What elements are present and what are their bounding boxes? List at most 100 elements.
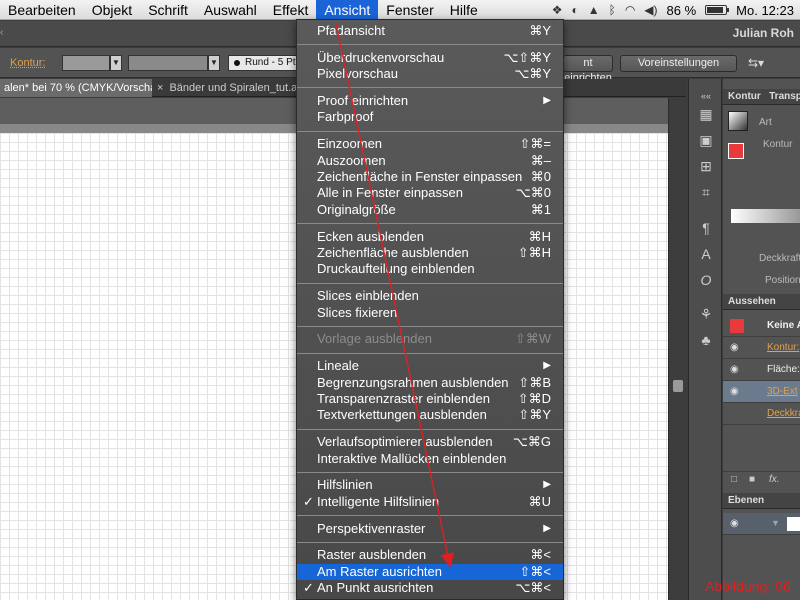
paragraph-icon[interactable]: ¶ xyxy=(697,219,715,237)
panel-tab-ebenen[interactable]: Ebenen xyxy=(723,493,800,509)
eye-icon[interactable]: ◉ xyxy=(730,518,739,529)
stroke-swatch[interactable] xyxy=(62,55,110,71)
appearance-row-3d[interactable]: ◉ 3D-Ext xyxy=(723,381,800,403)
menu-item-einzoomen[interactable]: Einzoomen ⇧⌘= xyxy=(297,136,563,152)
menu-item-zeichenfläche-in-fenster-einpassen[interactable]: Zeichenfläche in Fenster einpassen ⌘0 xyxy=(297,169,563,185)
user-name[interactable]: Julian Roh xyxy=(733,26,794,40)
stroke-style-select[interactable]: Rund - 5 Pt. xyxy=(228,55,298,71)
eye-icon[interactable]: ◉ xyxy=(730,386,739,397)
appearance-row-deckkraft[interactable]: Deckkra xyxy=(723,403,800,425)
menu-item-pfadansicht[interactable]: Pfadansicht ⌘Y xyxy=(297,23,563,39)
menu-schrift[interactable]: Schrift xyxy=(140,0,196,20)
menu-item-pixelvorschau[interactable]: Pixelvorschau ⌥⌘Y xyxy=(297,66,563,82)
gradient-swatch[interactable] xyxy=(728,111,748,131)
menu-item-interaktive-mallücken-einblenden[interactable]: Interaktive Mallücken einblenden xyxy=(297,451,563,467)
clock[interactable]: Mo. 12:23 xyxy=(736,3,794,18)
menu-fenster[interactable]: Fenster xyxy=(378,0,441,20)
collapse-icon[interactable]: «« xyxy=(697,87,715,105)
deckkraft-label: Deckkraft xyxy=(759,253,800,264)
panel-tab-aussehen[interactable]: Aussehen xyxy=(723,294,800,310)
layer-row[interactable]: ◉ ▼ xyxy=(723,513,800,535)
new-fill-icon[interactable]: ■ xyxy=(749,474,755,485)
menu-item-überdruckenvorschau[interactable]: Überdruckenvorschau ⌥⇧⌘Y xyxy=(297,50,563,66)
menu-item-originalgröße[interactable]: Originalgröße ⌘1 xyxy=(297,202,563,218)
appearance-row-keine[interactable]: Keine A xyxy=(723,315,800,337)
stroke-weight-field[interactable] xyxy=(128,55,208,71)
flaeche-row-label[interactable]: Fläche: xyxy=(767,364,800,375)
menu-item-slices-fixieren[interactable]: Slices fixieren xyxy=(297,305,563,321)
menu-item-auszoomen[interactable]: Auszoomen ⌘– xyxy=(297,153,563,169)
menu-item-druckaufteilung-einblenden[interactable]: Druckaufteilung einblenden xyxy=(297,261,563,277)
wifi-icon[interactable]: ◠ xyxy=(625,3,635,17)
new-stroke-icon[interactable]: □ xyxy=(731,474,737,485)
appearance-row-flaeche[interactable]: ◉ Fläche: xyxy=(723,359,800,381)
deckkraft-row-label[interactable]: Deckkra xyxy=(767,408,800,419)
tab-active-document[interactable]: alen* bei 70 % (CMYK/Vorschau) xyxy=(0,79,152,97)
menu-item-raster-ausblenden[interactable]: Raster ausblenden ⌘< xyxy=(297,547,563,563)
menu-item-label: Hilfslinien xyxy=(317,477,373,493)
vertical-scrollbar[interactable] xyxy=(668,98,686,600)
stroke-dropdown-icon[interactable]: ▼ xyxy=(110,55,122,71)
3d-extrude-label[interactable]: 3D-Ext xyxy=(767,386,798,397)
close-icon[interactable]: × xyxy=(157,79,163,97)
menu-auswahl[interactable]: Auswahl xyxy=(196,0,265,20)
symbols-icon[interactable]: ♣ xyxy=(697,331,715,349)
menu-item-lineale[interactable]: Lineale ▶ xyxy=(297,358,563,374)
dropbox-icon[interactable]: ❖ xyxy=(552,3,563,17)
menu-item-perspektivenraster[interactable]: Perspektivenraster ▶ xyxy=(297,521,563,537)
opentype-icon[interactable]: O xyxy=(697,271,715,289)
menu-ansicht[interactable]: Ansicht xyxy=(316,0,379,20)
kontur-row-label[interactable]: Kontur: xyxy=(767,342,799,353)
menu-item-zeichenfläche-ausblenden[interactable]: Zeichenfläche ausblenden ⇧⌘H xyxy=(297,245,563,261)
arrange-icon[interactable]: ⇆▾ xyxy=(748,56,764,70)
fx-icon[interactable]: fx. xyxy=(769,474,780,485)
swatches-icon[interactable]: ▦ xyxy=(697,105,715,123)
menu-item-verlaufsoptimierer-ausblenden[interactable]: Verlaufsoptimierer ausblenden ⌥⌘G xyxy=(297,434,563,450)
gradient-slider[interactable] xyxy=(731,209,800,223)
tab-transparenz[interactable]: Transp xyxy=(769,91,800,102)
menu-item-hilfslinien[interactable]: Hilfslinien ▶ xyxy=(297,477,563,493)
menu-item-farbproof[interactable]: Farbproof xyxy=(297,109,563,125)
tab-baender-spiralen[interactable]: × Bänder und Spiralen_tut.ai bei xyxy=(153,79,303,97)
menu-item-an-punkt-ausrichten[interactable]: ✓ An Punkt ausrichten ⌥⌘< xyxy=(297,580,563,596)
graphic-styles-icon[interactable]: ▣ xyxy=(697,131,715,149)
vlc-icon[interactable]: ▲ xyxy=(588,3,600,17)
menu-item-ecken-ausblenden[interactable]: Ecken ausblenden ⌘H xyxy=(297,229,563,245)
menu-bearbeiten[interactable]: Bearbeiten xyxy=(0,0,84,20)
menu-objekt[interactable]: Objekt xyxy=(84,0,140,20)
panel-tabs-kontur[interactable]: Kontur Transp xyxy=(723,89,800,105)
tab-kontur[interactable]: Kontur xyxy=(728,91,761,102)
brushes-icon[interactable]: ⚘ xyxy=(697,305,715,323)
menu-separator xyxy=(297,352,563,354)
transform-icon[interactable]: ⌗ xyxy=(697,183,715,201)
expand-icon[interactable]: ▼ xyxy=(771,518,780,528)
menu-item-transparenzraster-einblenden[interactable]: Transparenzraster einblenden ⇧⌘D xyxy=(297,391,563,407)
menu-hilfe[interactable]: Hilfe xyxy=(442,0,486,20)
menu-effekt[interactable]: Effekt xyxy=(265,0,317,20)
menu-item-vorlage-ausblenden[interactable]: Vorlage ausblenden ⇧⌘W xyxy=(297,331,563,347)
document-setup-button[interactable]: nt einrichten xyxy=(563,55,613,84)
align-icon[interactable]: ⊞ xyxy=(697,157,715,175)
preferences-button[interactable]: Voreinstellungen xyxy=(620,55,737,72)
menu-item-intelligente-hilfslinien[interactable]: ✓ Intelligente Hilfslinien ⌘U xyxy=(297,494,563,510)
eye-icon[interactable]: ◉ xyxy=(730,342,739,353)
menu-item-alle-in-fenster-einpassen[interactable]: Alle in Fenster einpassen ⌥⌘0 xyxy=(297,185,563,201)
scroll-thumb[interactable] xyxy=(673,380,683,392)
bluetooth-icon[interactable]: ᛒ xyxy=(609,3,616,17)
menu-item-slices-einblenden[interactable]: Slices einblenden xyxy=(297,288,563,304)
eye-icon[interactable]: ◉ xyxy=(730,364,739,375)
menu-item-textverkettungen-ausblenden[interactable]: Textverkettungen ausblenden ⇧⌘Y xyxy=(297,407,563,423)
fill-color-swatch[interactable] xyxy=(728,143,744,159)
volume-icon[interactable]: ◀) xyxy=(644,3,657,17)
battery-icon[interactable] xyxy=(705,5,730,15)
sync-icon[interactable]: ◐ xyxy=(571,3,578,17)
menu-separator xyxy=(297,514,563,516)
character-icon[interactable]: A xyxy=(697,245,715,263)
menu-item-begrenzungsrahmen-ausblenden[interactable]: Begrenzungsrahmen ausblenden ⇧⌘B xyxy=(297,375,563,391)
menu-item-proof-einrichten[interactable]: Proof einrichten ▶ xyxy=(297,93,563,109)
battery-percent[interactable]: 86 % xyxy=(667,3,697,18)
weight-dropdown-icon[interactable]: ▼ xyxy=(208,55,220,71)
menu-item-am-raster-ausrichten[interactable]: Am Raster ausrichten ⇧⌘< xyxy=(297,563,563,580)
appearance-row-kontur[interactable]: ◉ Kontur: xyxy=(723,337,800,359)
kontur-label[interactable]: Kontur: xyxy=(10,57,45,69)
